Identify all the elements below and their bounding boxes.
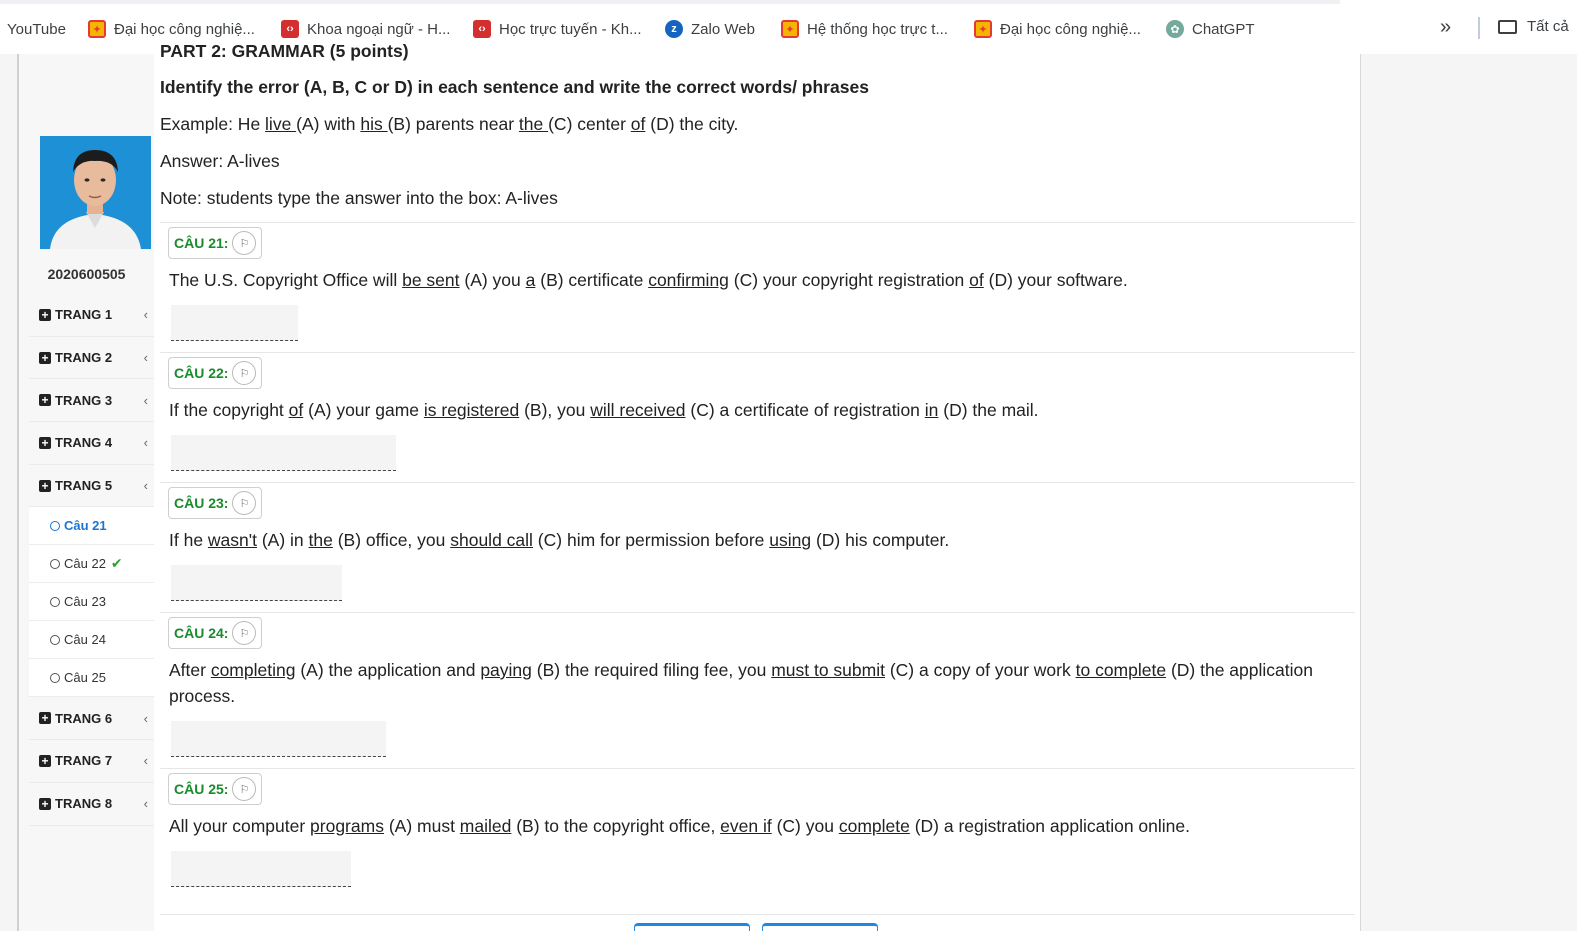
code-icon: ‹›: [281, 20, 299, 38]
bookmarks-overflow-icon[interactable]: »: [1440, 16, 1451, 39]
nav-page-2[interactable]: + TRANG 2 ‹: [29, 336, 154, 380]
nav-question-21[interactable]: Câu 21: [29, 507, 154, 546]
question-25-text: All your computer programs (A) must mail…: [169, 816, 1191, 836]
nav-question-22[interactable]: Câu 22 ✔: [29, 545, 154, 584]
divider: [160, 612, 1355, 613]
nav-page-3[interactable]: + TRANG 3 ‹: [29, 379, 154, 423]
instruction-text: Identify the error (A, B, C or D) in eac…: [160, 77, 869, 97]
flag-icon[interactable]: ⚐: [232, 777, 257, 801]
flag-icon[interactable]: ⚐: [232, 621, 257, 645]
plus-square-icon: +: [39, 351, 51, 364]
plus-square-icon: +: [39, 797, 51, 810]
plus-square-icon: +: [39, 308, 51, 321]
nav-page-4[interactable]: + TRANG 4 ‹: [29, 422, 154, 465]
question-22-badge: CÂU 22: ⚐: [168, 357, 263, 389]
zalo-icon: z: [665, 20, 683, 38]
question-23-text: If he wasn't (A) in the (B) office, you …: [169, 530, 950, 550]
example-text: Example: He live (A) with his (B) parent…: [160, 114, 739, 134]
page-navigation: + TRANG 1 ‹ + TRANG 2 ‹ + TRANG 3 ‹ + TRANG 4 ‹ …: [29, 294, 154, 826]
part-title: PART 2: GRAMMAR (5 points): [160, 41, 409, 61]
question-21-text: The U.S. Copyright Office will be sent (…: [169, 270, 1128, 290]
chevron-left-icon: ‹: [143, 796, 148, 812]
nav-page-5[interactable]: + TRANG 5 ‹: [29, 464, 154, 508]
circle-icon: [50, 634, 60, 645]
chevron-left-icon: ‹: [143, 478, 148, 494]
question-24-answer-input[interactable]: [171, 721, 386, 757]
code-icon: ‹›: [473, 20, 491, 38]
question-25-badge: CÂU 25: ⚐: [168, 773, 263, 805]
exam-content: PART 2: GRAMMAR (5 points) Identify the …: [154, 41, 1361, 931]
university-logo-icon: ✦: [88, 20, 106, 38]
question-21-badge: CÂU 21: ⚐: [168, 227, 263, 259]
exam-page: 2020600505 + TRANG 1 ‹ + TRANG 2 ‹ + TRANG 3 ‹…: [0, 41, 1577, 931]
circle-icon: [50, 672, 60, 683]
nav-question-25[interactable]: Câu 25: [29, 659, 154, 698]
chevron-left-icon: ‹: [143, 753, 148, 769]
circle-icon: [50, 558, 60, 569]
sidebar: 2020600505 + TRANG 1 ‹ + TRANG 2 ‹ + TRANG 3 ‹…: [19, 54, 154, 931]
student-avatar: [40, 136, 151, 249]
divider: [160, 768, 1355, 769]
plus-square-icon: +: [39, 394, 51, 407]
bookmark-dai-hoc-1[interactable]: ✦ Đại học công nghiệ...: [88, 18, 255, 40]
plus-square-icon: +: [39, 754, 51, 767]
question-22-answer-input[interactable]: [171, 435, 396, 471]
chevron-left-icon: ‹: [143, 307, 148, 323]
bookmark-hoc-truc-tuyen[interactable]: ‹› Học trực tuyến - Kh...: [473, 18, 642, 40]
chevron-left-icon: ‹: [143, 435, 148, 451]
question-23-answer-input[interactable]: [171, 565, 342, 601]
university-logo-icon: ✦: [974, 20, 992, 38]
folder-icon: [1498, 19, 1517, 34]
chevron-left-icon: ‹: [143, 392, 148, 408]
bookmark-zalo[interactable]: z Zalo Web: [665, 18, 755, 40]
nav-question-24[interactable]: Câu 24: [29, 621, 154, 660]
student-id: 2020600505: [47, 266, 126, 282]
university-logo-icon: ✦: [781, 20, 799, 38]
question-22-text: If the copyright of (A) your game is reg…: [169, 400, 1039, 420]
nav-question-23[interactable]: Câu 23: [29, 583, 154, 622]
question-24-text: After completing (A) the application and…: [169, 660, 1313, 706]
question-21-answer-input[interactable]: [171, 305, 298, 341]
bookmark-chatgpt[interactable]: ✿ ChatGPT: [1166, 18, 1255, 40]
divider: [160, 914, 1355, 915]
previous-button[interactable]: [634, 923, 750, 931]
flag-icon[interactable]: ⚐: [232, 491, 257, 515]
flag-icon[interactable]: ⚐: [232, 361, 257, 385]
nav-page-6[interactable]: + TRANG 6 ‹: [29, 697, 154, 741]
divider: [160, 352, 1355, 353]
circle-icon: [50, 596, 60, 607]
nav-page-1[interactable]: + TRANG 1 ‹: [29, 294, 154, 337]
note-text: Note: students type the answer into the …: [160, 188, 558, 208]
bookmark-khoa-ngoai-ngu[interactable]: ‹› Khoa ngoại ngữ - H...: [281, 18, 450, 40]
chevron-left-icon: ‹: [143, 710, 148, 726]
plus-square-icon: +: [39, 479, 51, 492]
bookmark-youtube[interactable]: YouTube: [7, 18, 66, 40]
flag-icon[interactable]: ⚐: [232, 231, 257, 255]
plus-square-icon: +: [39, 712, 51, 725]
question-23-badge: CÂU 23: ⚐: [168, 487, 263, 519]
check-circle-icon: [50, 520, 60, 531]
chatgpt-icon: ✿: [1166, 20, 1184, 38]
chevron-left-icon: ‹: [143, 350, 148, 366]
nav-page-8[interactable]: + TRANG 8 ‹: [29, 782, 154, 826]
all-bookmarks-folder[interactable]: Tất cả: [1498, 18, 1569, 35]
divider: [160, 482, 1355, 483]
plus-square-icon: +: [39, 436, 51, 449]
bookmark-he-thong[interactable]: ✦ Hệ thống học trực t...: [781, 18, 948, 40]
student-photo: [40, 136, 151, 249]
question-25-answer-input[interactable]: [171, 851, 351, 887]
bookmarks-separator: [1478, 17, 1480, 39]
question-24-badge: CÂU 24: ⚐: [168, 617, 263, 649]
tab-strip-edge: [0, 0, 1340, 4]
next-button[interactable]: [762, 923, 878, 931]
answer-example: Answer: A-lives: [160, 151, 280, 171]
answered-check-icon: ✔: [110, 555, 123, 572]
divider: [160, 222, 1355, 223]
nav-page-7[interactable]: + TRANG 7 ‹: [29, 740, 154, 783]
bookmark-dai-hoc-2[interactable]: ✦ Đại học công nghiệ...: [974, 18, 1141, 40]
